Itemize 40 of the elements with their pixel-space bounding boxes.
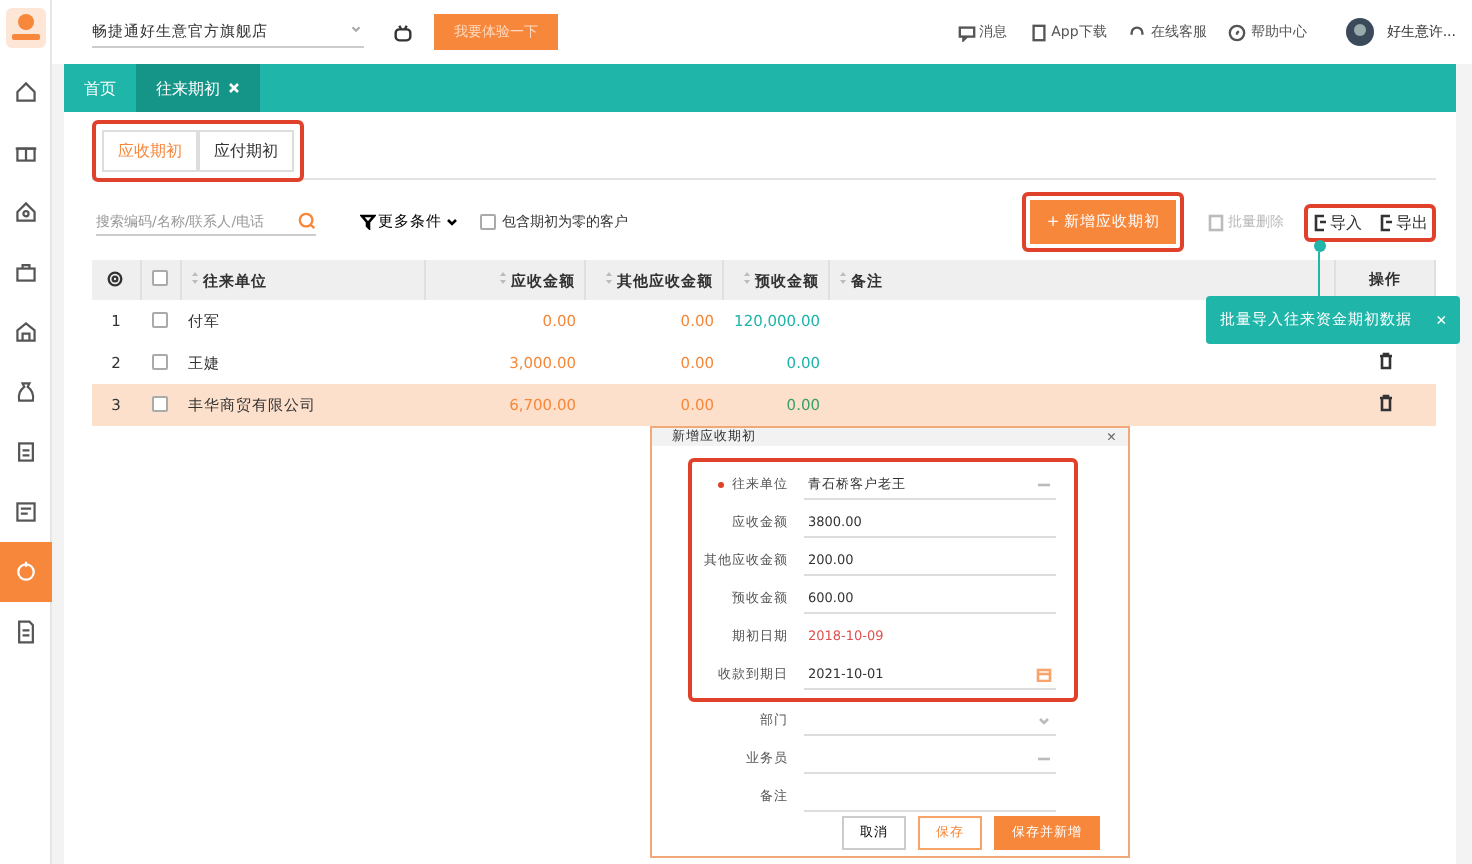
filter-icon (360, 214, 376, 230)
page-tab[interactable]: 往来期初 (136, 64, 260, 112)
checkbox[interactable] (152, 395, 168, 411)
sort-icon[interactable] (189, 269, 199, 285)
sort-icon[interactable] (837, 269, 847, 285)
clipboard-icon[interactable] (13, 440, 37, 464)
report-icon[interactable] (13, 500, 37, 524)
sub-tab[interactable]: 应付期初 (198, 130, 294, 172)
logo-icon (3, 6, 47, 50)
sort-icon[interactable] (497, 269, 507, 285)
sort-icon[interactable] (741, 269, 751, 285)
trash-icon[interactable] (1377, 352, 1393, 370)
chevron-down-icon (348, 21, 364, 35)
checkbox[interactable] (152, 311, 168, 327)
help-icon (1228, 23, 1247, 41)
checkbox[interactable] (152, 270, 168, 286)
close-icon[interactable] (228, 82, 240, 94)
bag-icon[interactable] (13, 260, 37, 284)
sort-icon[interactable] (603, 269, 613, 285)
money-bag-icon[interactable] (13, 380, 37, 404)
store-icon[interactable] (13, 320, 37, 344)
chat-icon (957, 23, 976, 41)
settings-icon[interactable] (106, 269, 125, 287)
cycle-icon[interactable] (13, 560, 37, 584)
search-icon[interactable] (298, 212, 316, 230)
calendar-icon[interactable] (1036, 667, 1052, 681)
house-icon[interactable] (13, 200, 37, 224)
checkbox[interactable] (152, 353, 168, 369)
home-icon[interactable] (13, 80, 37, 104)
checkbox[interactable] (480, 214, 496, 230)
document-icon[interactable] (13, 620, 37, 644)
chevron-down-icon[interactable] (1036, 713, 1052, 727)
avatar-icon[interactable] (1346, 18, 1375, 46)
close-button[interactable]: × (1106, 428, 1116, 446)
export-button[interactable]: 导出 (1378, 211, 1428, 233)
chevron-down-icon (444, 214, 460, 230)
document-icon (1208, 213, 1224, 231)
trash-icon[interactable] (1377, 394, 1393, 412)
phone-icon (1029, 23, 1048, 41)
import-button[interactable]: 导入 (1312, 211, 1362, 233)
